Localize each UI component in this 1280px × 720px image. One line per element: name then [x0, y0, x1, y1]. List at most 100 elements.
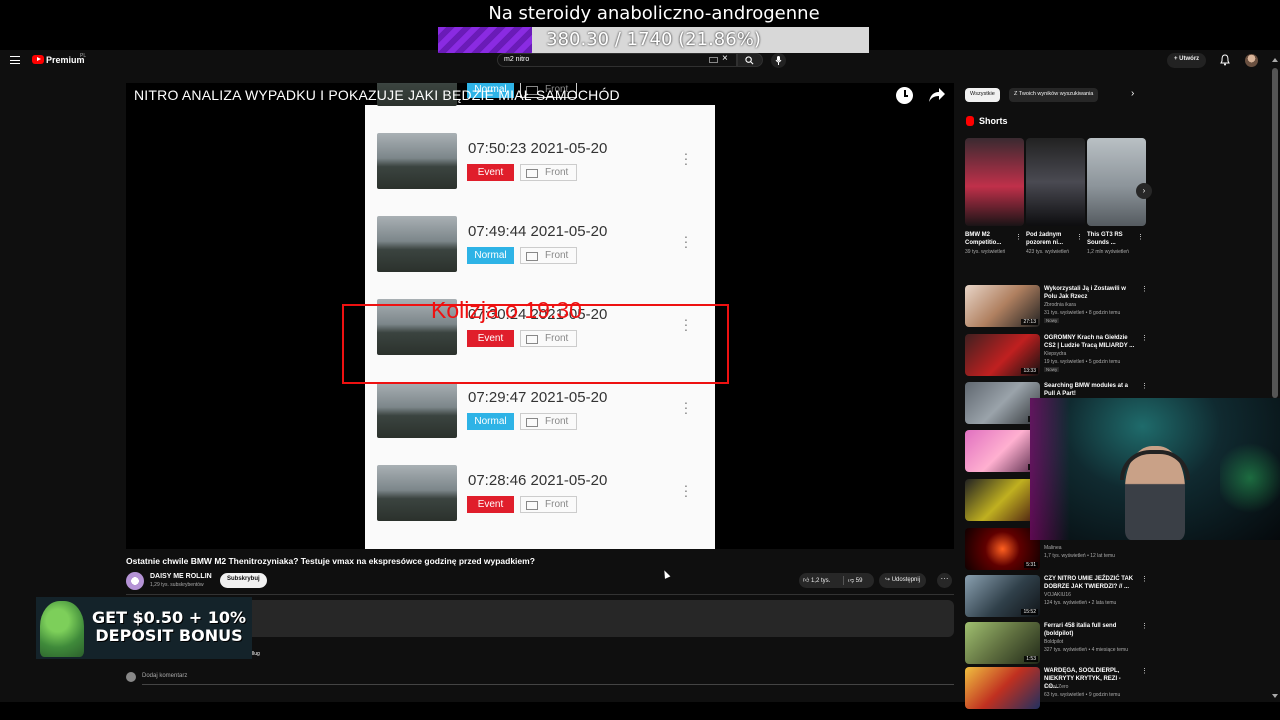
video-thumbnail[interactable]: 15:52 [965, 575, 1040, 617]
short-thumbnail[interactable] [1087, 138, 1146, 226]
video-thumbnail[interactable]: 15 [965, 382, 1040, 424]
video-title[interactable]: Ferrari 458 italia full send (boldpilot) [1044, 622, 1136, 638]
more-vert-icon[interactable]: · · · [683, 395, 689, 419]
player-title[interactable]: NITRO ANALIZA WYPADKU I POKAZUJE JAKI BĘ… [134, 87, 620, 103]
ad-text: GET $0.50 + 10% DEPOSIT BONUS [92, 608, 246, 645]
clear-search-icon[interactable]: × [722, 53, 728, 64]
record-thumbnail [377, 382, 457, 438]
short-item[interactable]: This GT3 RS Sounds ... 1,2 mln wyświetleń… [1087, 138, 1146, 255]
chevron-right-icon[interactable]: › [1131, 88, 1134, 99]
record-thumbnail [377, 465, 457, 521]
create-button[interactable]: + Utwórz [1167, 53, 1207, 68]
channel-name[interactable]: DAISY ME ROLLIN [150, 573, 212, 580]
more-vert-icon[interactable]: ⋮ [1015, 233, 1022, 241]
video-meta: 19 tys. wyświetleń • 5 godzin temu [1044, 359, 1121, 365]
video-title[interactable]: OGROMNY Krach na Giełdzie CS2 | Ludzie T… [1044, 334, 1136, 350]
video-title[interactable]: CZY NITRO UMIE JEŹDZIĆ TAK DOBRZE JAK TW… [1044, 575, 1136, 591]
short-thumbnail[interactable] [1026, 138, 1085, 226]
more-vert-icon[interactable]: · · · [683, 229, 689, 253]
dislike-count: 59 [855, 578, 863, 584]
scroll-down-arrow[interactable] [1272, 694, 1278, 698]
share-label: Udostępnij [891, 577, 921, 583]
chip-from-search[interactable]: Z Twoich wyników wyszukiwania [1009, 88, 1099, 102]
scroll-up-arrow[interactable] [1272, 58, 1278, 62]
youtube-logo-icon[interactable] [32, 55, 44, 64]
share-icon[interactable] [928, 87, 946, 103]
more-actions-button[interactable]: ··· [937, 573, 952, 588]
dashcam-record[interactable]: 07:49:44 2021-05-20 Normal Front · · · [365, 216, 715, 298]
shorts-next-button[interactable]: › [1136, 183, 1152, 199]
user-avatar[interactable] [1245, 54, 1258, 67]
like-dislike-control: 👍︎ 1,2 tys. 👎︎ 59 [799, 573, 874, 588]
short-item[interactable]: BMW M2 Competitio... 39 tys. wyświetleń ⋮ [965, 138, 1024, 255]
video-channel[interactable]: VOJAKIU16 [1044, 592, 1071, 598]
more-vert-icon[interactable]: · · · [683, 478, 689, 502]
share-button[interactable]: ↪ Udostępnij [879, 573, 927, 588]
channel-avatar[interactable] [126, 572, 144, 590]
short-title[interactable]: BMW M2 Competitio... [965, 231, 1013, 247]
video-title[interactable]: Wykorzystali Ją i Zostawili w Polu Jak R… [1044, 285, 1136, 301]
recommended-video[interactable]: 27:13 Wykorzystali Ją i Zostawili w Polu … [965, 285, 1148, 330]
dislike-button[interactable]: 👎︎ 59 [848, 576, 862, 584]
more-vert-icon[interactable]: ⋮ [1076, 233, 1083, 241]
recommended-video[interactable]: 15:52 CZY NITRO UMIE JEŹDZIĆ TAK DOBRZE J… [965, 575, 1148, 620]
record-timestamp: 07:49:44 2021-05-20 [468, 223, 608, 240]
video-meta: 327 tys. wyświetleń • 4 miesiące temu [1044, 647, 1129, 653]
more-vert-icon[interactable]: ⋮ [1141, 382, 1148, 390]
short-title[interactable]: Pod żadnym pozorem ni... [1026, 231, 1074, 247]
dashcam-record[interactable]: 07:28:46 2021-05-20 Event Front · · · [365, 465, 715, 547]
stream-goal-bar: 380.30 / 1740 (21.86%) [438, 27, 869, 53]
video-channel[interactable]: Zbrodnia ikara [1044, 302, 1076, 308]
video-thumbnail[interactable] [965, 667, 1040, 709]
more-vert-icon[interactable]: ⋮ [1141, 334, 1148, 342]
chip-all[interactable]: Wszystkie [965, 88, 1000, 102]
logo-text[interactable]: Premium [46, 55, 85, 65]
notifications-bell-icon[interactable] [1220, 54, 1230, 66]
subscribe-button[interactable]: Subskrybuj [220, 573, 267, 588]
create-label: Utwórz [1179, 56, 1200, 62]
video-thumbnail[interactable]: 12 [965, 430, 1040, 472]
record-type-tag: Normal [467, 413, 514, 430]
video-thumbnail[interactable]: 5:31 [965, 528, 1040, 570]
recommended-video[interactable]: WARDĘGA, SOOLDIERPL, NIEKRYTY KRYTYK, RE… [965, 667, 1148, 712]
short-thumbnail[interactable] [965, 138, 1024, 226]
short-views: 39 tys. wyświetleń [965, 249, 1006, 255]
recommended-video[interactable]: 13:33 OGROMNY Krach na Giełdzie CS2 | Lud… [965, 334, 1148, 379]
dashcam-record[interactable]: 07:50:23 2021-05-20 Event Front · · · [365, 133, 715, 215]
voice-search-button[interactable] [771, 53, 786, 68]
camera-front-label: Front [520, 164, 577, 181]
search-input[interactable]: m2 nitro [497, 53, 737, 67]
more-vert-icon[interactable]: · · · [683, 146, 689, 170]
video-player[interactable]: Normal Front ··· 07:50:23 2021-05-20 Event Fr… [126, 83, 954, 549]
video-channel[interactable]: Boldpilot [1044, 639, 1063, 645]
video-thumbnail[interactable]: 27:13 [965, 285, 1040, 327]
video-thumbnail[interactable]: 1:53 [965, 622, 1040, 664]
like-count: 1,2 tys. [810, 578, 831, 584]
more-vert-icon[interactable]: ⋮ [1141, 622, 1148, 630]
more-vert-icon[interactable]: ⋮ [1141, 575, 1148, 583]
short-title[interactable]: This GT3 RS Sounds ... [1087, 231, 1135, 247]
search-button[interactable] [737, 53, 763, 67]
video-thumbnail[interactable] [965, 479, 1040, 521]
video-channel[interactable]: Malinea [1044, 545, 1062, 551]
video-channel[interactable]: Klepsydra [1044, 351, 1066, 357]
menu-icon[interactable] [10, 56, 20, 64]
dashcam-record[interactable]: 07:29:47 2021-05-20 Normal Front · · · [365, 382, 715, 464]
more-vert-icon[interactable]: ⋮ [1141, 285, 1148, 293]
like-button[interactable]: 👍︎ 1,2 tys. [803, 576, 830, 584]
scrollbar-thumb[interactable] [1272, 68, 1278, 398]
recommended-video[interactable]: 1:53 Ferrari 458 italia full send (boldpi… [965, 622, 1148, 667]
video-meta: 1,7 tys. wyświetleń • 12 lat temu [1044, 553, 1115, 559]
short-item[interactable]: Pod żadnym pozorem ni... 423 tys. wyświet… [1026, 138, 1085, 255]
video-thumbnail[interactable]: 13:33 [965, 334, 1040, 376]
watch-later-icon[interactable] [896, 87, 913, 104]
more-vert-icon[interactable]: ⋮ [1141, 667, 1148, 675]
keyboard-icon[interactable] [709, 57, 718, 63]
like-separator [843, 576, 844, 585]
video-channel[interactable]: Kanał Zero [1044, 684, 1068, 690]
more-vert-icon[interactable]: ⋮ [1137, 233, 1144, 241]
ad-banner[interactable]: GET $0.50 + 10% DEPOSIT BONUS [36, 597, 252, 659]
shorts-heading: Shorts [979, 116, 1008, 126]
video-title[interactable]: Searching BMW modules at a Pull A Part! [1044, 382, 1136, 398]
comment-input[interactable]: Dodaj komentarz [142, 673, 187, 679]
